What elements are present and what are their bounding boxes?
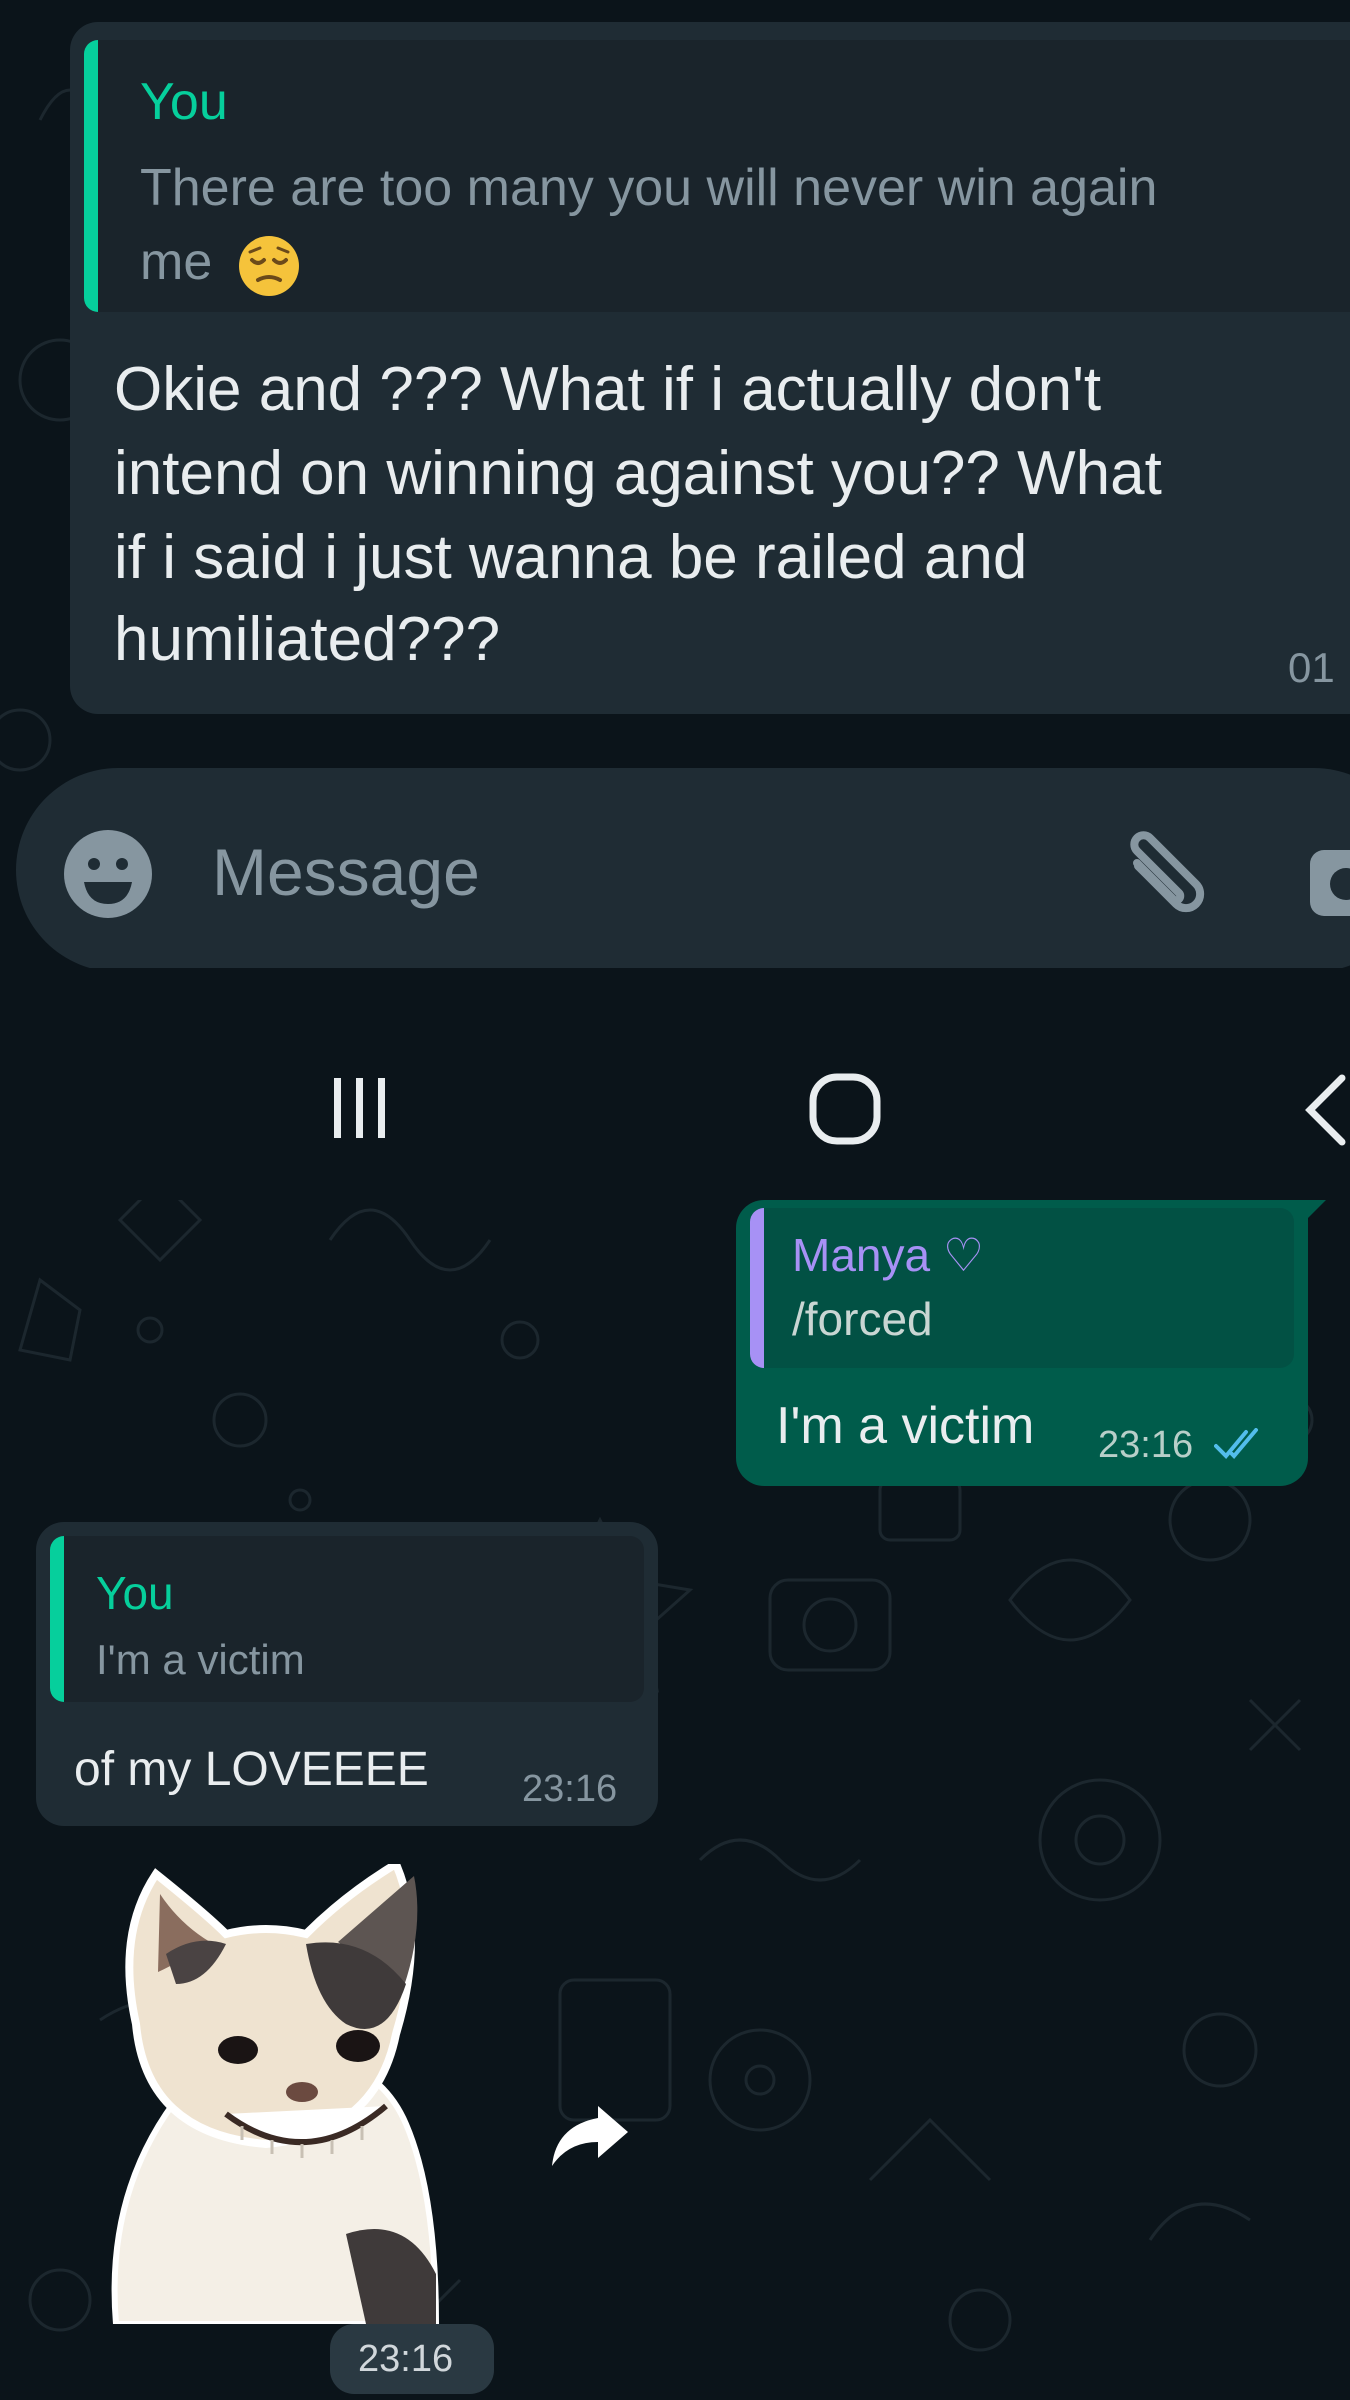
quote-author: Manya ♡ <box>792 1229 985 1281</box>
incoming-message-time: 23:16 <box>522 1768 618 1810</box>
quote-text: /forced <box>792 1293 933 1345</box>
quote-text: I'm a victim <box>96 1636 305 1683</box>
back-icon[interactable] <box>1302 1072 1350 1148</box>
recent-apps-icon[interactable] <box>330 1076 394 1140</box>
paperclip-icon[interactable] <box>1108 826 1208 926</box>
camera-icon[interactable] <box>1306 836 1350 926</box>
message-text-line4: humiliated??? <box>114 605 501 674</box>
message-time: 01 <box>1288 644 1335 691</box>
outgoing-message-text: I'm a victim <box>776 1397 1035 1455</box>
system-navigation-bar <box>0 968 1350 1200</box>
quote-author: You <box>96 1567 174 1619</box>
quote-text-line1: There are too many you will never win ag… <box>140 159 1158 217</box>
incoming-message-text: of my LOVEEEE <box>74 1743 429 1796</box>
quote-text-line2: me <box>140 233 213 291</box>
emoji-icon[interactable] <box>60 826 156 922</box>
bubble-tail <box>1304 1200 1326 1222</box>
sticker-time: 23:16 <box>358 2338 454 2380</box>
quote-author: You <box>140 73 228 131</box>
forward-icon[interactable] <box>548 2100 632 2170</box>
quote-bar <box>84 40 98 312</box>
message-input[interactable]: Message <box>212 834 480 910</box>
home-icon[interactable] <box>808 1072 882 1146</box>
message-text-line1: Okie and ??? What if i actually don't <box>114 355 1102 424</box>
message-text-line3: if i said i just wanna be railed and <box>114 523 1028 592</box>
message-text-line2: intend on winning against you?? What <box>114 439 1162 508</box>
cat-sticker[interactable] <box>96 1864 466 2324</box>
pensive-face-icon <box>239 236 299 296</box>
outgoing-message-time: 23:16 <box>1098 1424 1194 1466</box>
quote-bar <box>50 1536 64 1702</box>
quote-bar <box>750 1208 764 1368</box>
read-receipt-icon <box>1214 1428 1258 1459</box>
